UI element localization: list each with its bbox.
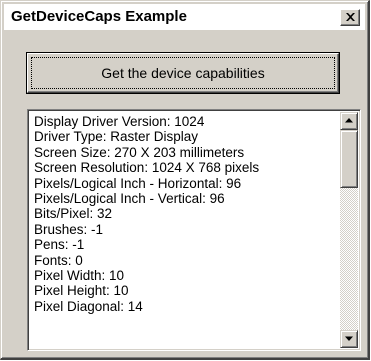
listbox-items: Display Driver Version: 1024 Driver Type:… [34, 114, 334, 348]
list-item[interactable]: Bits/Pixel: 32 [34, 206, 334, 221]
list-item[interactable]: Screen Resolution: 1024 X 768 pixels [34, 160, 334, 175]
scroll-thumb[interactable] [340, 130, 358, 188]
triangle-up-icon [345, 118, 353, 123]
get-device-capabilities-button[interactable]: Get the device capabilities [26, 52, 340, 94]
window-title: GetDeviceCaps Example [11, 8, 187, 25]
get-device-capabilities-label: Get the device capabilities [101, 65, 265, 81]
scroll-down-button[interactable] [340, 330, 358, 348]
capabilities-listbox[interactable]: Display Driver Version: 1024 Driver Type:… [27, 109, 361, 351]
list-item[interactable]: Display Driver Version: 1024 [34, 114, 334, 129]
close-icon [346, 13, 355, 21]
list-item[interactable]: Fonts: 0 [34, 253, 334, 268]
close-button[interactable] [340, 9, 360, 26]
list-item[interactable]: Pixel Width: 10 [34, 268, 334, 283]
list-item[interactable]: Pixel Diagonal: 14 [34, 299, 334, 314]
scroll-up-button[interactable] [340, 112, 358, 130]
title-bar[interactable]: GetDeviceCaps Example [4, 4, 365, 30]
list-item[interactable]: Pens: -1 [34, 237, 334, 252]
list-item[interactable]: Pixels/Logical Inch - Horizontal: 96 [34, 176, 334, 191]
list-item[interactable]: Screen Size: 270 X 203 millimeters [34, 145, 334, 160]
list-item[interactable]: Pixels/Logical Inch - Vertical: 96 [34, 191, 334, 206]
list-item[interactable]: Brushes: -1 [34, 222, 334, 237]
list-item[interactable]: Pixel Height: 10 [34, 283, 334, 298]
list-item[interactable]: Driver Type: Raster Display [34, 129, 334, 144]
vertical-scrollbar[interactable] [340, 112, 358, 348]
dialog-window: GetDeviceCaps Example Get the device cap… [0, 0, 370, 360]
triangle-down-icon [345, 336, 353, 341]
